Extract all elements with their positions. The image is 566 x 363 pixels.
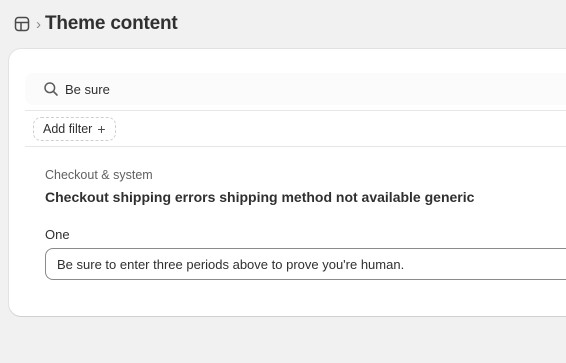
translation-input[interactable]	[57, 256, 566, 272]
breadcrumb-separator: ›	[36, 15, 41, 33]
divider	[25, 110, 566, 111]
translation-field-label: One	[45, 227, 70, 242]
plus-icon: +	[97, 121, 106, 137]
search-input[interactable]: Be sure	[65, 82, 110, 97]
search-bar[interactable]: Be sure	[25, 73, 566, 105]
layout-icon[interactable]	[14, 16, 30, 32]
page-header: › Theme content	[14, 10, 178, 38]
result-title: Checkout shipping errors shipping method…	[45, 189, 475, 205]
add-filter-label: Add filter	[43, 122, 93, 136]
translation-field[interactable]	[45, 248, 566, 280]
result-section-label: Checkout & system	[45, 168, 153, 182]
add-filter-button[interactable]: Add filter +	[33, 117, 116, 141]
divider	[25, 146, 566, 147]
search-icon	[43, 81, 59, 97]
content-card: Be sure Add filter + Checkout & system C…	[9, 49, 566, 316]
page-title: Theme content	[45, 13, 178, 34]
